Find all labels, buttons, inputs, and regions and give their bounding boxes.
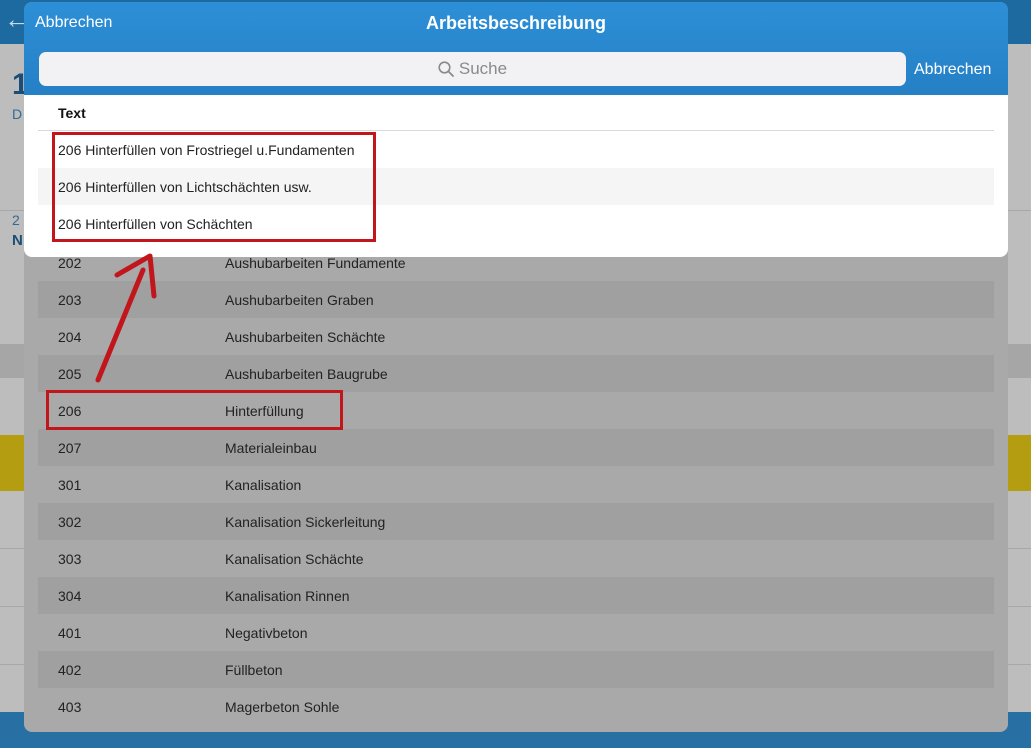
annotation-arrow-icon bbox=[95, 253, 157, 383]
